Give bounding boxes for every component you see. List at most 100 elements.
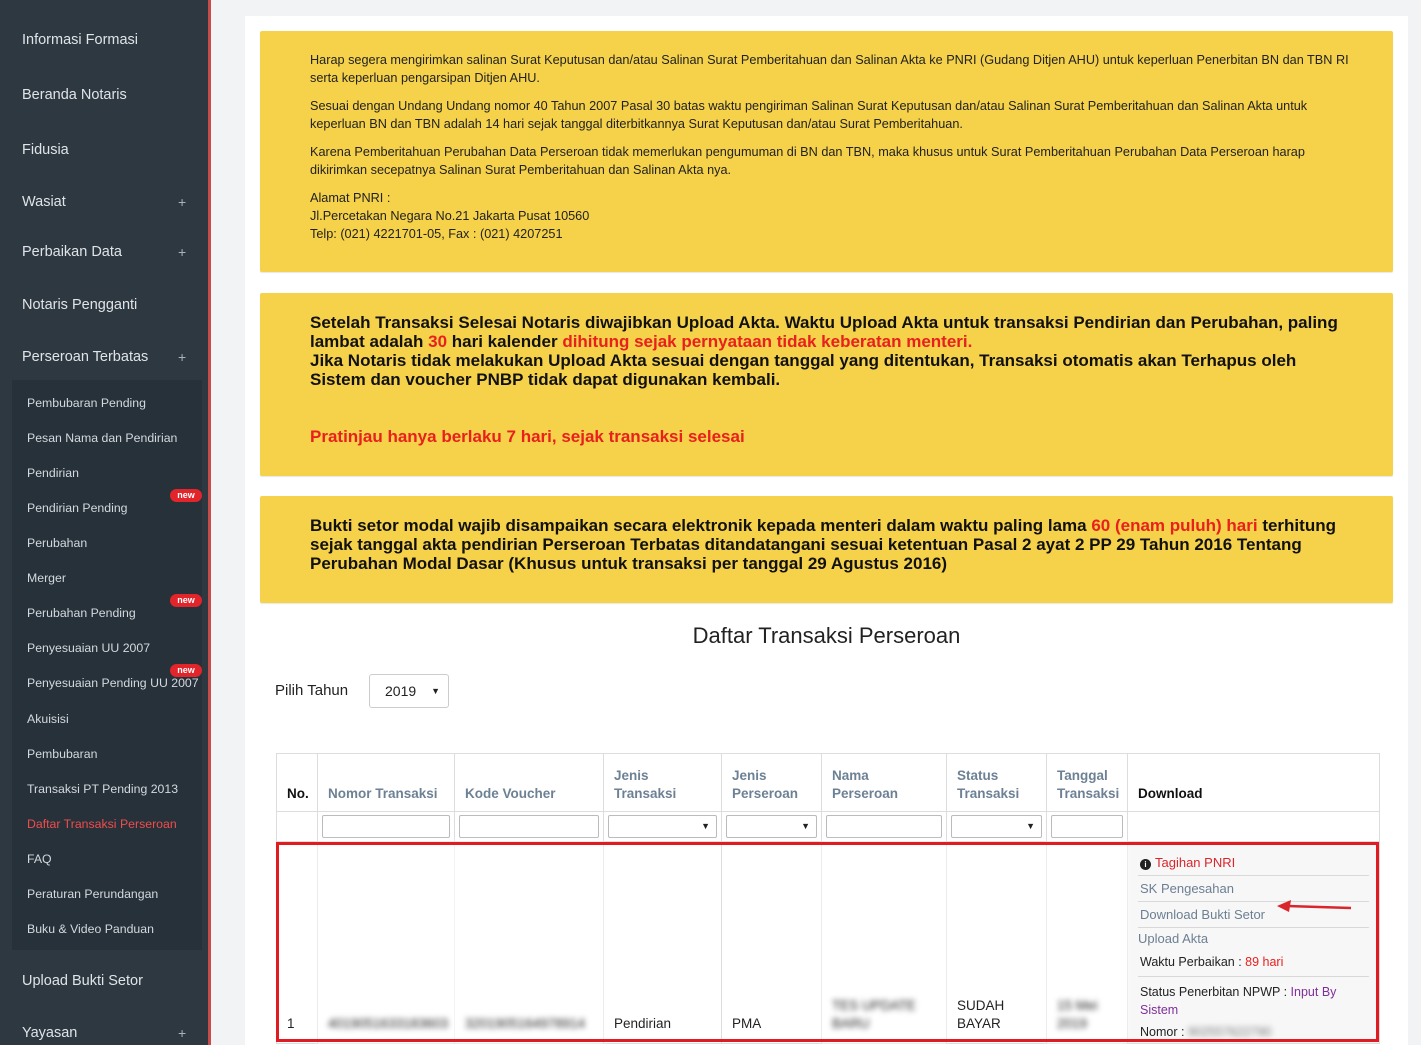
sub-perubahan-pending[interactable]: Perubahan Pending xyxy=(27,606,136,620)
expand-plus-icon: + xyxy=(178,194,187,210)
col-nomor-transaksi[interactable]: Nomor Transaksi xyxy=(317,753,455,812)
filter-cell-empty xyxy=(1127,811,1380,842)
col-nama-perseroan[interactable]: Nama Perseroan xyxy=(821,753,947,812)
cell-nomor-transaksi: 4019051633183603 xyxy=(317,841,455,1044)
nav-informasi-formasi[interactable]: Informasi Formasi xyxy=(0,14,211,66)
filter-jenis-perseroan-select[interactable]: ▼ xyxy=(726,815,817,838)
sub-pembubaran[interactable]: Pembubaran xyxy=(27,747,97,761)
filter-tanggal-input[interactable] xyxy=(1051,815,1123,838)
npwp-status: Status Penerbitan NPWP : Input By Sistem xyxy=(1138,981,1369,1021)
cell-status-transaksi: SUDAH BAYAR xyxy=(946,841,1047,1044)
sub-pendirian[interactable]: Pendirian xyxy=(27,466,79,480)
cell-kode-voucher: 3201905164978914 xyxy=(454,841,604,1044)
info-label: Waktu Perbaikan : xyxy=(1140,955,1246,969)
cell-nama-perseroan: TES UPDATE BARU xyxy=(821,841,947,1044)
sub-peraturan[interactable]: Peraturan Perundangan xyxy=(27,887,158,901)
new-badge: new xyxy=(170,594,202,607)
col-jenis-transaksi[interactable]: Jenis Transaksi xyxy=(603,753,722,812)
filter-voucher-input[interactable] xyxy=(459,815,599,838)
chevron-down-icon: ▼ xyxy=(801,821,810,831)
nav-perbaikan-data[interactable]: Perbaikan Data + xyxy=(0,226,211,278)
sub-pesan-nama[interactable]: Pesan Nama dan Pendirian xyxy=(27,431,177,445)
notice-highlight: 60 (enam puluh) hari xyxy=(1091,516,1258,535)
cell-tanggal-transaksi: 15 Mei 2019 xyxy=(1046,841,1128,1044)
sub-perubahan[interactable]: Perubahan xyxy=(27,536,87,550)
filter-cell: ▼ xyxy=(946,811,1047,842)
info-icon: i xyxy=(1140,859,1151,870)
sub-penyesuaian-uu-2007[interactable]: Penyesuaian UU 2007 xyxy=(27,641,150,655)
year-select[interactable]: 2019 ▼ xyxy=(369,674,449,708)
nav-label: Perbaikan Data xyxy=(22,244,122,260)
sub-pendirian-pending[interactable]: Pendirian Pending xyxy=(27,501,128,515)
pratinjau-notice: Pratinjau hanya berlaku 7 hari, sejak tr… xyxy=(310,427,745,446)
info-label: Nomor : xyxy=(1140,1025,1188,1039)
sidebar: Informasi Formasi Beranda Notaris Fidusi… xyxy=(0,0,211,1045)
nav-yayasan[interactable]: Yayasan + xyxy=(0,1007,211,1045)
col-tanggal-transaksi[interactable]: Tanggal Transaksi xyxy=(1046,753,1128,812)
info-value: 89 hari xyxy=(1245,955,1284,969)
nav-label: Fidusia xyxy=(22,142,69,158)
notice-paragraph: Sesuai dengan Undang Undang nomor 40 Tah… xyxy=(310,99,1308,131)
nav-perseroan-terbatas[interactable]: Perseroan Terbatas + xyxy=(0,331,211,383)
filter-status-select[interactable]: ▼ xyxy=(951,815,1042,838)
expand-plus-icon: + xyxy=(178,349,187,365)
nav-label: Perseroan Terbatas xyxy=(22,349,149,365)
address-line: Telp: (021) 4221701-05, Fax : (021) 4207… xyxy=(310,227,563,241)
col-no: No. xyxy=(276,753,318,812)
info-value: 902557622790 xyxy=(1187,1025,1272,1039)
sub-penyesuaian-pending[interactable]: Penyesuaian Pending UU 2007 xyxy=(27,676,199,690)
chevron-down-icon: ▼ xyxy=(1026,821,1035,831)
nav-label: Wasiat xyxy=(22,194,66,210)
sub-akuisisi[interactable]: Akuisisi xyxy=(27,712,69,726)
transactions-table: No. Nomor Transaksi Kode Voucher Jenis T… xyxy=(276,753,1380,1044)
notice-paragraph: Karena Pemberitahuan Perubahan Data Pers… xyxy=(310,145,1305,177)
nav-fidusia[interactable]: Fidusia xyxy=(0,124,211,176)
nav-label: Beranda Notaris xyxy=(22,87,127,103)
npwp-nomor: Nomor : 902557622790 xyxy=(1138,1021,1369,1043)
col-download: Download xyxy=(1127,753,1380,812)
filter-nomor-input[interactable] xyxy=(322,815,450,838)
table-row: 1 4019051633183603 3201905164978914 Pend… xyxy=(276,841,1380,1044)
filter-nama-input[interactable] xyxy=(826,815,942,838)
address-line: Jl.Percetakan Negara No.21 Jakarta Pusat… xyxy=(310,209,590,223)
col-jenis-perseroan[interactable]: Jenis Perseroan xyxy=(721,753,822,812)
year-label: Pilih Tahun xyxy=(275,682,349,699)
upload-akta-link[interactable]: Upload Akta xyxy=(1138,928,1369,951)
nav-notaris-pengganti[interactable]: Notaris Pengganti xyxy=(0,279,211,331)
nav-label: Informasi Formasi xyxy=(22,32,139,48)
bukti-setor-notice: Bukti setor modal wajib disampaikan seca… xyxy=(260,496,1393,603)
notice-text: hari kalender xyxy=(447,332,563,351)
pnri-notice: Harap segera mengirimkan salinan Surat K… xyxy=(260,31,1393,272)
sub-transaksi-pt-pending[interactable]: Transaksi PT Pending 2013 xyxy=(27,782,178,796)
upload-akta-warning: Jika Notaris tidak melakukan Upload Akta… xyxy=(310,351,1297,389)
expand-plus-icon: + xyxy=(178,244,187,260)
sub-buku-video[interactable]: Buku & Video Panduan xyxy=(27,922,154,936)
waktu-perbaikan: Waktu Perbaikan : 89 hari xyxy=(1138,951,1369,977)
expand-plus-icon: + xyxy=(178,1025,187,1041)
col-status-transaksi[interactable]: Status Transaksi xyxy=(946,753,1047,812)
filter-cell: ▼ xyxy=(721,811,822,842)
upload-akta-text: Setelah Transaksi Selesai Notaris diwaji… xyxy=(310,313,1353,351)
nav-upload-bukti-setor[interactable]: Upload Bukti Setor xyxy=(0,955,211,1007)
cell-no: 1 xyxy=(276,841,318,1044)
table-header-row: No. Nomor Transaksi Kode Voucher Jenis T… xyxy=(276,753,1380,812)
link-label: Tagihan PNRI xyxy=(1155,855,1236,870)
nav-beranda-notaris[interactable]: Beranda Notaris xyxy=(0,69,211,121)
new-badge: new xyxy=(170,664,202,677)
nav-label: Upload Bukti Setor xyxy=(22,973,143,989)
tagihan-pnri-link[interactable]: i Tagihan PNRI xyxy=(1138,852,1369,876)
filter-cell xyxy=(821,811,947,842)
notice-text: Bukti setor modal wajib disampaikan seca… xyxy=(310,516,1092,535)
sub-faq[interactable]: FAQ xyxy=(27,852,52,866)
year-value: 2019 xyxy=(385,683,417,699)
nav-wasiat[interactable]: Wasiat + xyxy=(0,176,211,228)
cell-download: i Tagihan PNRI SK Pengesahan Download Buk… xyxy=(1127,841,1380,1044)
page-title: Daftar Transaksi Perseroan xyxy=(692,623,961,648)
filter-cell xyxy=(454,811,604,842)
col-kode-voucher[interactable]: Kode Voucher xyxy=(454,753,604,812)
new-badge: new xyxy=(170,489,202,502)
sub-pembubaran-pending[interactable]: Pembubaran Pending xyxy=(27,396,146,410)
sub-daftar-transaksi-perseroan[interactable]: Daftar Transaksi Perseroan xyxy=(27,817,177,831)
sub-merger[interactable]: Merger xyxy=(27,571,66,585)
filter-jenis-transaksi-select[interactable]: ▼ xyxy=(608,815,717,838)
